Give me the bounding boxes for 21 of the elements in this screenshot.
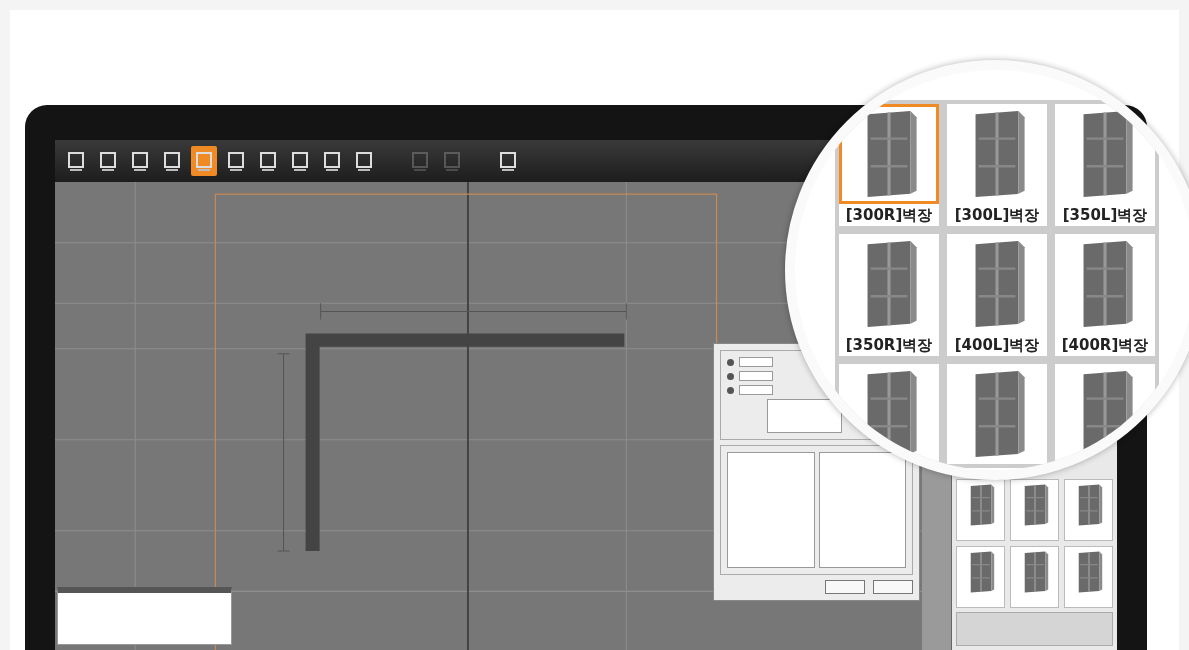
dialog-button[interactable] [825,580,865,594]
input-field[interactable] [739,371,773,381]
catalog-tile[interactable] [1064,479,1113,541]
list-box[interactable] [818,452,906,568]
cabinet-label: [300R]벽장 [845,205,933,226]
input-field[interactable] [739,357,773,367]
catalog-tile[interactable] [1010,546,1059,608]
catalog-tile[interactable] [1010,479,1059,541]
memo-field[interactable] [767,399,842,433]
cabinet-label: [350L]벽장 [1062,205,1148,226]
catalog-tile[interactable] [956,546,1005,608]
cabinet-tile[interactable] [839,104,939,204]
cabinet-label: [350R]벽장 [845,335,933,356]
cabinet-label: [400R]벽장 [1061,335,1149,356]
cabinet-label: [300L]벽장 [954,205,1040,226]
dialog-button[interactable] [873,580,913,594]
catalog-tile[interactable] [956,479,1005,541]
list-box[interactable] [727,452,815,568]
catalog-tile[interactable] [1064,546,1113,608]
input-field[interactable] [739,385,773,395]
cabinet-label: [400L]벽장 [954,335,1040,356]
